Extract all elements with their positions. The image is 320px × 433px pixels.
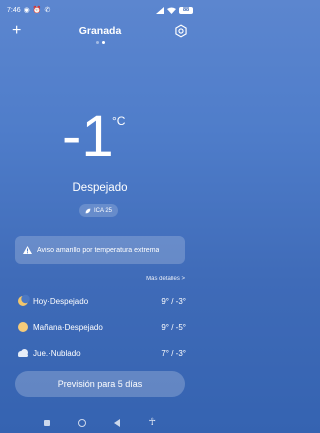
alert-text: Aviso amarillo por temperatura extrema (37, 246, 160, 254)
missed-call-icon: ✆ (44, 6, 51, 14)
page-dot (95, 41, 99, 44)
page-dot-active (101, 41, 105, 44)
recents-button[interactable] (44, 420, 51, 426)
forecast-list: Hoy·Despejado 9° / -3° Mañana·Despejado … (16, 288, 186, 366)
aqi-label: ICA 25 (94, 207, 113, 214)
temperature-unit: °C (112, 114, 126, 128)
five-day-forecast-button[interactable]: Previsión para 5 días (15, 371, 185, 397)
signal-icon (156, 6, 164, 14)
forecast-range: 7° / -3° (161, 348, 186, 358)
forecast-row-thursday[interactable]: Jue.·Nublado 7° / -3° (16, 340, 186, 366)
moon-icon (18, 294, 30, 306)
whatsapp-icon: ◉ (23, 6, 30, 14)
forecast-range: 9° / -3° (161, 296, 186, 306)
more-details-link[interactable]: Más detalles > (146, 276, 185, 282)
current-temperature: -1 (62, 104, 114, 169)
accessibility-icon[interactable]: ☥ (148, 418, 155, 428)
wifi-icon (167, 7, 176, 14)
status-right: 88 (156, 6, 193, 14)
sun-icon (18, 322, 28, 332)
leaf-icon (85, 208, 91, 213)
city-name: Granada (78, 25, 122, 37)
cloud-icon (18, 349, 28, 357)
status-time: 7:46 (7, 6, 21, 14)
aqi-badge[interactable]: ICA 25 (79, 204, 119, 217)
forecast-row-tomorrow[interactable]: Mañana·Despejado 9° / -5° (16, 314, 186, 340)
current-condition: Despejado (72, 182, 128, 194)
status-left: 7:46 ◉ ⏰ ✆ (7, 7, 50, 14)
forecast-label: Hoy·Despejado (33, 296, 89, 306)
forecast-label: Mañana·Despejado (33, 322, 103, 332)
current-temperature-block: -1 °C (0, 108, 200, 178)
warning-icon (23, 246, 32, 254)
forecast-row-today[interactable]: Hoy·Despejado 9° / -3° (16, 288, 186, 314)
page-indicator (0, 41, 200, 44)
home-button[interactable] (78, 419, 87, 427)
battery-icon: 88 (179, 6, 193, 14)
weather-alert-card[interactable]: Aviso amarillo por temperatura extrema (15, 236, 185, 264)
gear-icon[interactable] (174, 24, 188, 38)
back-button[interactable] (114, 419, 121, 427)
forecast-range: 9° / -5° (161, 322, 186, 332)
system-nav-bar: ☥ (0, 413, 200, 433)
alarm-icon: ⏰ (32, 6, 42, 14)
forecast-label: Jue.·Nublado (33, 348, 81, 358)
status-bar: 7:46 ◉ ⏰ ✆ 88 (0, 0, 200, 20)
